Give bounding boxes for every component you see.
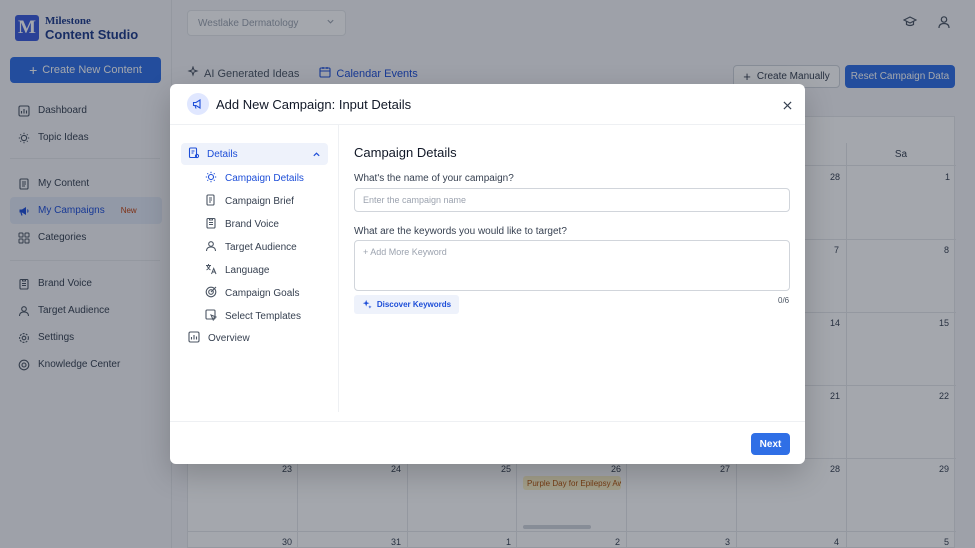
keywords-input[interactable]: + Add More Keyword [354, 240, 790, 291]
step-label: Campaign Goals [225, 288, 300, 299]
next-button[interactable]: Next [751, 433, 790, 455]
modal-title: Add New Campaign: Input Details [216, 97, 412, 112]
step-brand-voice[interactable]: Brand Voice [205, 217, 279, 232]
sparkle-icon [362, 299, 372, 311]
form-title: Campaign Details [354, 145, 457, 160]
bar-chart-icon [188, 331, 200, 346]
step-select-templates[interactable]: Select Templates [205, 309, 301, 324]
close-icon[interactable] [780, 98, 794, 112]
megaphone-icon [187, 93, 209, 115]
template-cursor-icon [205, 309, 218, 324]
brief-icon [205, 194, 217, 209]
target-icon [205, 286, 217, 301]
details-form-icon [188, 146, 200, 162]
translate-icon [205, 263, 217, 278]
wizard-steps: Details Campaign Details Campaign Brief … [170, 125, 339, 412]
campaign-name-label: What's the name of your campaign? [354, 173, 514, 184]
chevron-up-icon [312, 150, 321, 159]
step-label: Campaign Details [225, 173, 304, 184]
lightbulb-icon [205, 171, 217, 186]
step-overview[interactable]: Overview [188, 331, 250, 346]
discover-keywords-label: Discover Keywords [376, 300, 452, 309]
campaign-name-input[interactable] [354, 188, 790, 212]
step-label: Campaign Brief [225, 196, 294, 207]
step-campaign-goals[interactable]: Campaign Goals [205, 286, 299, 301]
discover-keywords-button[interactable]: Discover Keywords [354, 295, 459, 314]
step-group-label: Details [207, 148, 238, 160]
step-group-details[interactable]: Details [181, 143, 328, 165]
modal-footer: Next [170, 421, 805, 464]
step-label: Language [225, 265, 270, 276]
add-keyword-placeholder[interactable]: + Add More Keyword [363, 247, 447, 257]
step-campaign-brief[interactable]: Campaign Brief [205, 194, 294, 209]
clipboard-icon [205, 217, 217, 232]
step-campaign-details[interactable]: Campaign Details [205, 171, 304, 186]
step-label: Target Audience [225, 242, 297, 253]
keywords-label: What are the keywords you would like to … [354, 226, 567, 237]
step-label: Brand Voice [225, 219, 279, 230]
step-label: Overview [208, 333, 250, 344]
step-language[interactable]: Language [205, 263, 270, 278]
modal-header: Add New Campaign: Input Details [170, 84, 805, 125]
add-campaign-modal: Add New Campaign: Input Details Details … [170, 84, 805, 464]
step-target-audience[interactable]: Target Audience [205, 240, 297, 255]
keyword-counter: 0/6 [778, 296, 790, 305]
step-label: Select Templates [225, 311, 301, 322]
users-icon [205, 240, 217, 255]
